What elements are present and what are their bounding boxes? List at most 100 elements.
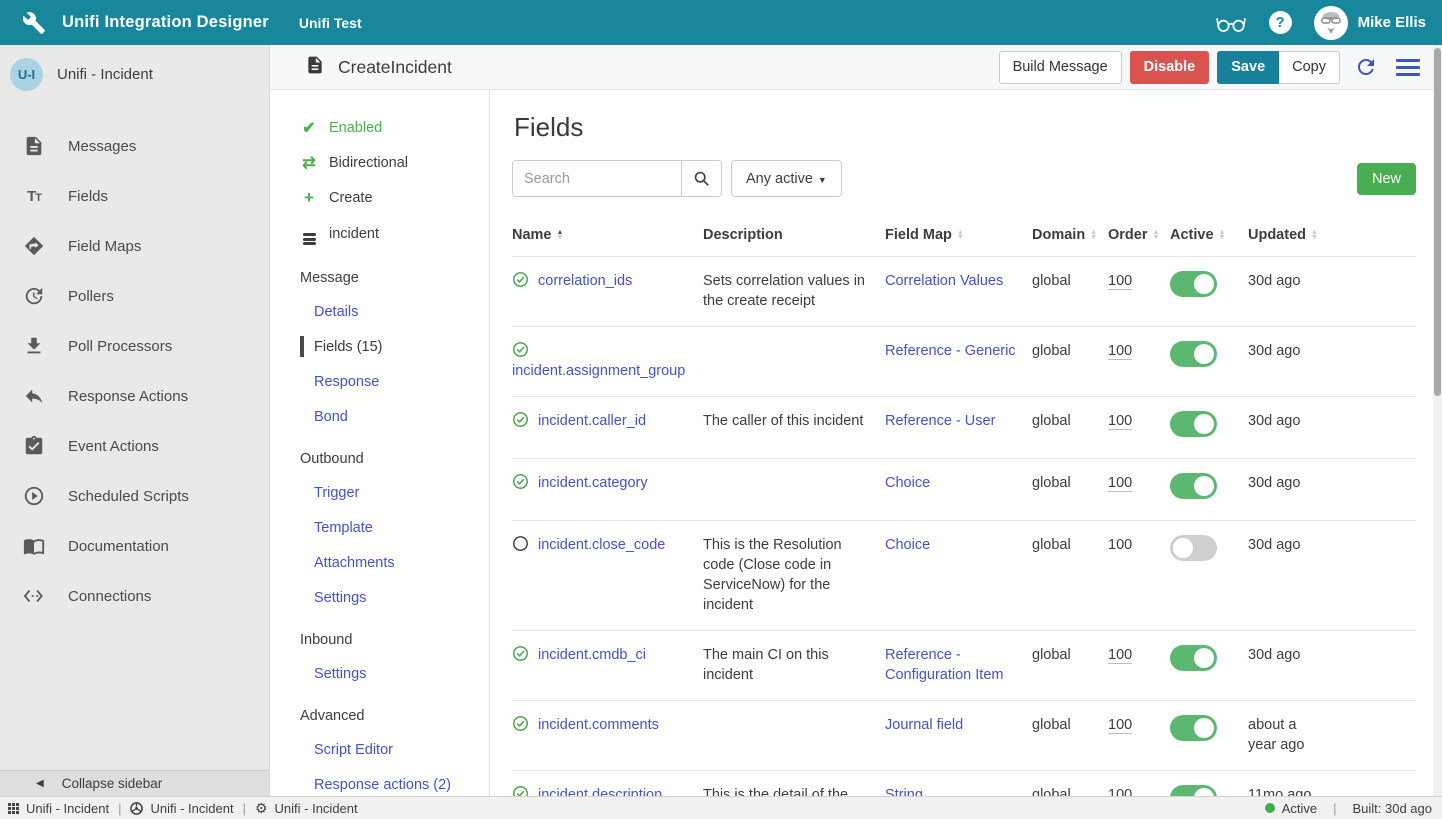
active-toggle[interactable] bbox=[1170, 785, 1217, 796]
field-updated: 30d ago bbox=[1248, 535, 1340, 555]
field-name-link[interactable]: incident.category bbox=[538, 475, 648, 491]
subnav-item-fields[interactable]: Fields (15) bbox=[300, 338, 489, 356]
field-name-link[interactable]: incident.assignment_group bbox=[512, 363, 685, 379]
field-name-link[interactable]: incident.cmdb_ci bbox=[538, 647, 646, 663]
column-header-domain[interactable]: Domain▲▼ bbox=[1032, 227, 1108, 243]
sidebar-item-poll-processors[interactable]: Poll Processors bbox=[0, 321, 269, 371]
statusbar-tab-integration[interactable]: Unifi - Incident bbox=[8, 801, 109, 816]
active-filter-dropdown[interactable]: Any active▼ bbox=[731, 160, 842, 197]
sidebar-item-messages[interactable]: Messages bbox=[0, 121, 269, 171]
column-header-updated[interactable]: Updated▲▼ bbox=[1248, 227, 1416, 243]
field-name-link[interactable]: incident.close_code bbox=[538, 537, 665, 553]
field-name-link[interactable]: incident.comments bbox=[538, 717, 659, 733]
statusbar-tab-message[interactable]: Unifi - Incident bbox=[130, 801, 233, 816]
table-row: incident.close_code This is the Resoluti… bbox=[512, 520, 1416, 630]
menu-button[interactable] bbox=[1396, 59, 1420, 76]
subnav-item-bond[interactable]: Bond bbox=[300, 408, 489, 426]
field-map-link[interactable]: Choice bbox=[885, 475, 930, 491]
search-button[interactable] bbox=[681, 161, 721, 196]
statusbar-tab-settings[interactable]: ⚙ Unifi - Incident bbox=[255, 801, 358, 816]
sidebar-item-scheduled-scripts[interactable]: Scheduled Scripts bbox=[0, 471, 269, 521]
active-toggle[interactable] bbox=[1170, 341, 1217, 367]
column-header-order[interactable]: Order▲▼ bbox=[1108, 227, 1170, 243]
sort-icon: ▲▼ bbox=[1090, 230, 1097, 241]
sidebar-item-event-actions[interactable]: Event Actions bbox=[0, 421, 269, 471]
field-name-link[interactable]: incident.description bbox=[538, 787, 662, 796]
field-name-link[interactable]: incident.caller_id bbox=[538, 413, 646, 429]
collapse-sidebar-button[interactable]: ◀ Collapse sidebar bbox=[0, 770, 269, 796]
field-map-link[interactable]: Reference - Configuration Item bbox=[885, 647, 1003, 683]
column-header-field-map[interactable]: Field Map▲▼ bbox=[885, 227, 1032, 243]
scrollbar-thumb[interactable] bbox=[1434, 48, 1441, 396]
field-name-link[interactable]: correlation_ids bbox=[538, 273, 632, 289]
search-input[interactable] bbox=[513, 161, 681, 196]
active-toggle[interactable] bbox=[1170, 645, 1217, 671]
field-map-link[interactable]: Reference - Generic bbox=[885, 343, 1016, 359]
subnav-item-outbound-settings[interactable]: Settings bbox=[300, 589, 489, 607]
history-clock-icon bbox=[22, 284, 46, 308]
active-toggle[interactable] bbox=[1170, 411, 1217, 437]
sidebar-item-response-actions[interactable]: Response Actions bbox=[0, 371, 269, 421]
check-icon: ✔ bbox=[300, 118, 318, 138]
save-button[interactable]: Save bbox=[1217, 51, 1279, 84]
table-row: incident.cmdb_ci The main CI on this inc… bbox=[512, 630, 1416, 700]
field-map-link[interactable]: Reference - User bbox=[885, 413, 995, 429]
grid-icon bbox=[8, 803, 19, 814]
field-order[interactable]: 100 bbox=[1108, 537, 1132, 553]
field-order[interactable]: 100 bbox=[1108, 273, 1132, 290]
field-order[interactable]: 100 bbox=[1108, 717, 1132, 734]
field-order[interactable]: 100 bbox=[1108, 413, 1132, 430]
subnav-item-response[interactable]: Response bbox=[300, 373, 489, 391]
active-toggle[interactable] bbox=[1170, 535, 1217, 561]
subnav-item-response-actions[interactable]: Response actions (2) bbox=[300, 776, 489, 794]
sort-icon: ▲▼ bbox=[557, 230, 564, 241]
gear-icon: ⚙ bbox=[255, 801, 268, 815]
new-field-button[interactable]: New bbox=[1357, 163, 1416, 195]
field-map-link[interactable]: Correlation Values bbox=[885, 273, 1003, 289]
field-map-link[interactable]: Choice bbox=[885, 537, 930, 553]
active-toggle[interactable] bbox=[1170, 271, 1217, 297]
field-order[interactable]: 100 bbox=[1108, 343, 1132, 360]
active-toggle[interactable] bbox=[1170, 473, 1217, 499]
column-header-active[interactable]: Active▲▼ bbox=[1170, 227, 1248, 243]
copy-button[interactable]: Copy bbox=[1279, 51, 1340, 84]
field-domain: global bbox=[1032, 411, 1108, 431]
refresh-button[interactable] bbox=[1354, 55, 1378, 79]
plus-icon: + bbox=[300, 188, 318, 208]
workspace-header[interactable]: U-I Unifi - Incident bbox=[0, 45, 269, 103]
subnav-item-attachments[interactable]: Attachments bbox=[300, 554, 489, 572]
help-icon[interactable]: ? bbox=[1269, 11, 1292, 34]
subnav-item-details[interactable]: Details bbox=[300, 303, 489, 321]
sidebar-item-fields[interactable]: TT Fields bbox=[0, 171, 269, 221]
sidebar-item-connections[interactable]: Connections bbox=[0, 571, 269, 621]
subnav-section-message: Message Details Fields (15) Response Bon… bbox=[300, 270, 489, 426]
user-avatar bbox=[1314, 6, 1348, 40]
subnav-item-trigger[interactable]: Trigger bbox=[300, 484, 489, 502]
book-icon bbox=[22, 534, 46, 558]
environment-label[interactable]: Unifi Test bbox=[299, 15, 362, 31]
table-row: incident.comments Journal field global 1… bbox=[512, 700, 1416, 770]
sidebar-item-documentation[interactable]: Documentation bbox=[0, 521, 269, 571]
build-message-button[interactable]: Build Message bbox=[999, 51, 1122, 84]
field-order[interactable]: 100 bbox=[1108, 787, 1132, 796]
sidebar-item-field-maps[interactable]: Field Maps bbox=[0, 221, 269, 271]
glasses-icon[interactable] bbox=[1215, 12, 1247, 34]
field-updated: about a year ago bbox=[1248, 715, 1340, 755]
field-order[interactable]: 100 bbox=[1108, 647, 1132, 664]
subnav-item-template[interactable]: Template bbox=[300, 519, 489, 537]
active-status-dot bbox=[1265, 803, 1275, 813]
user-menu[interactable]: Mike Ellis bbox=[1314, 6, 1426, 40]
message-title: CreateIncident bbox=[338, 57, 452, 78]
status-create: + Create bbox=[300, 188, 489, 208]
disable-button[interactable]: Disable bbox=[1130, 51, 1210, 84]
field-state-icon bbox=[512, 473, 529, 490]
field-map-link[interactable]: String bbox=[885, 787, 923, 796]
active-toggle[interactable] bbox=[1170, 715, 1217, 741]
subnav-item-inbound-settings[interactable]: Settings bbox=[300, 665, 489, 683]
subnav-item-script-editor[interactable]: Script Editor bbox=[300, 741, 489, 759]
database-icon bbox=[300, 223, 318, 245]
sidebar-item-pollers[interactable]: Pollers bbox=[0, 271, 269, 321]
field-map-link[interactable]: Journal field bbox=[885, 717, 963, 733]
field-order[interactable]: 100 bbox=[1108, 475, 1132, 492]
column-header-name[interactable]: Name▲▼ bbox=[512, 227, 703, 243]
